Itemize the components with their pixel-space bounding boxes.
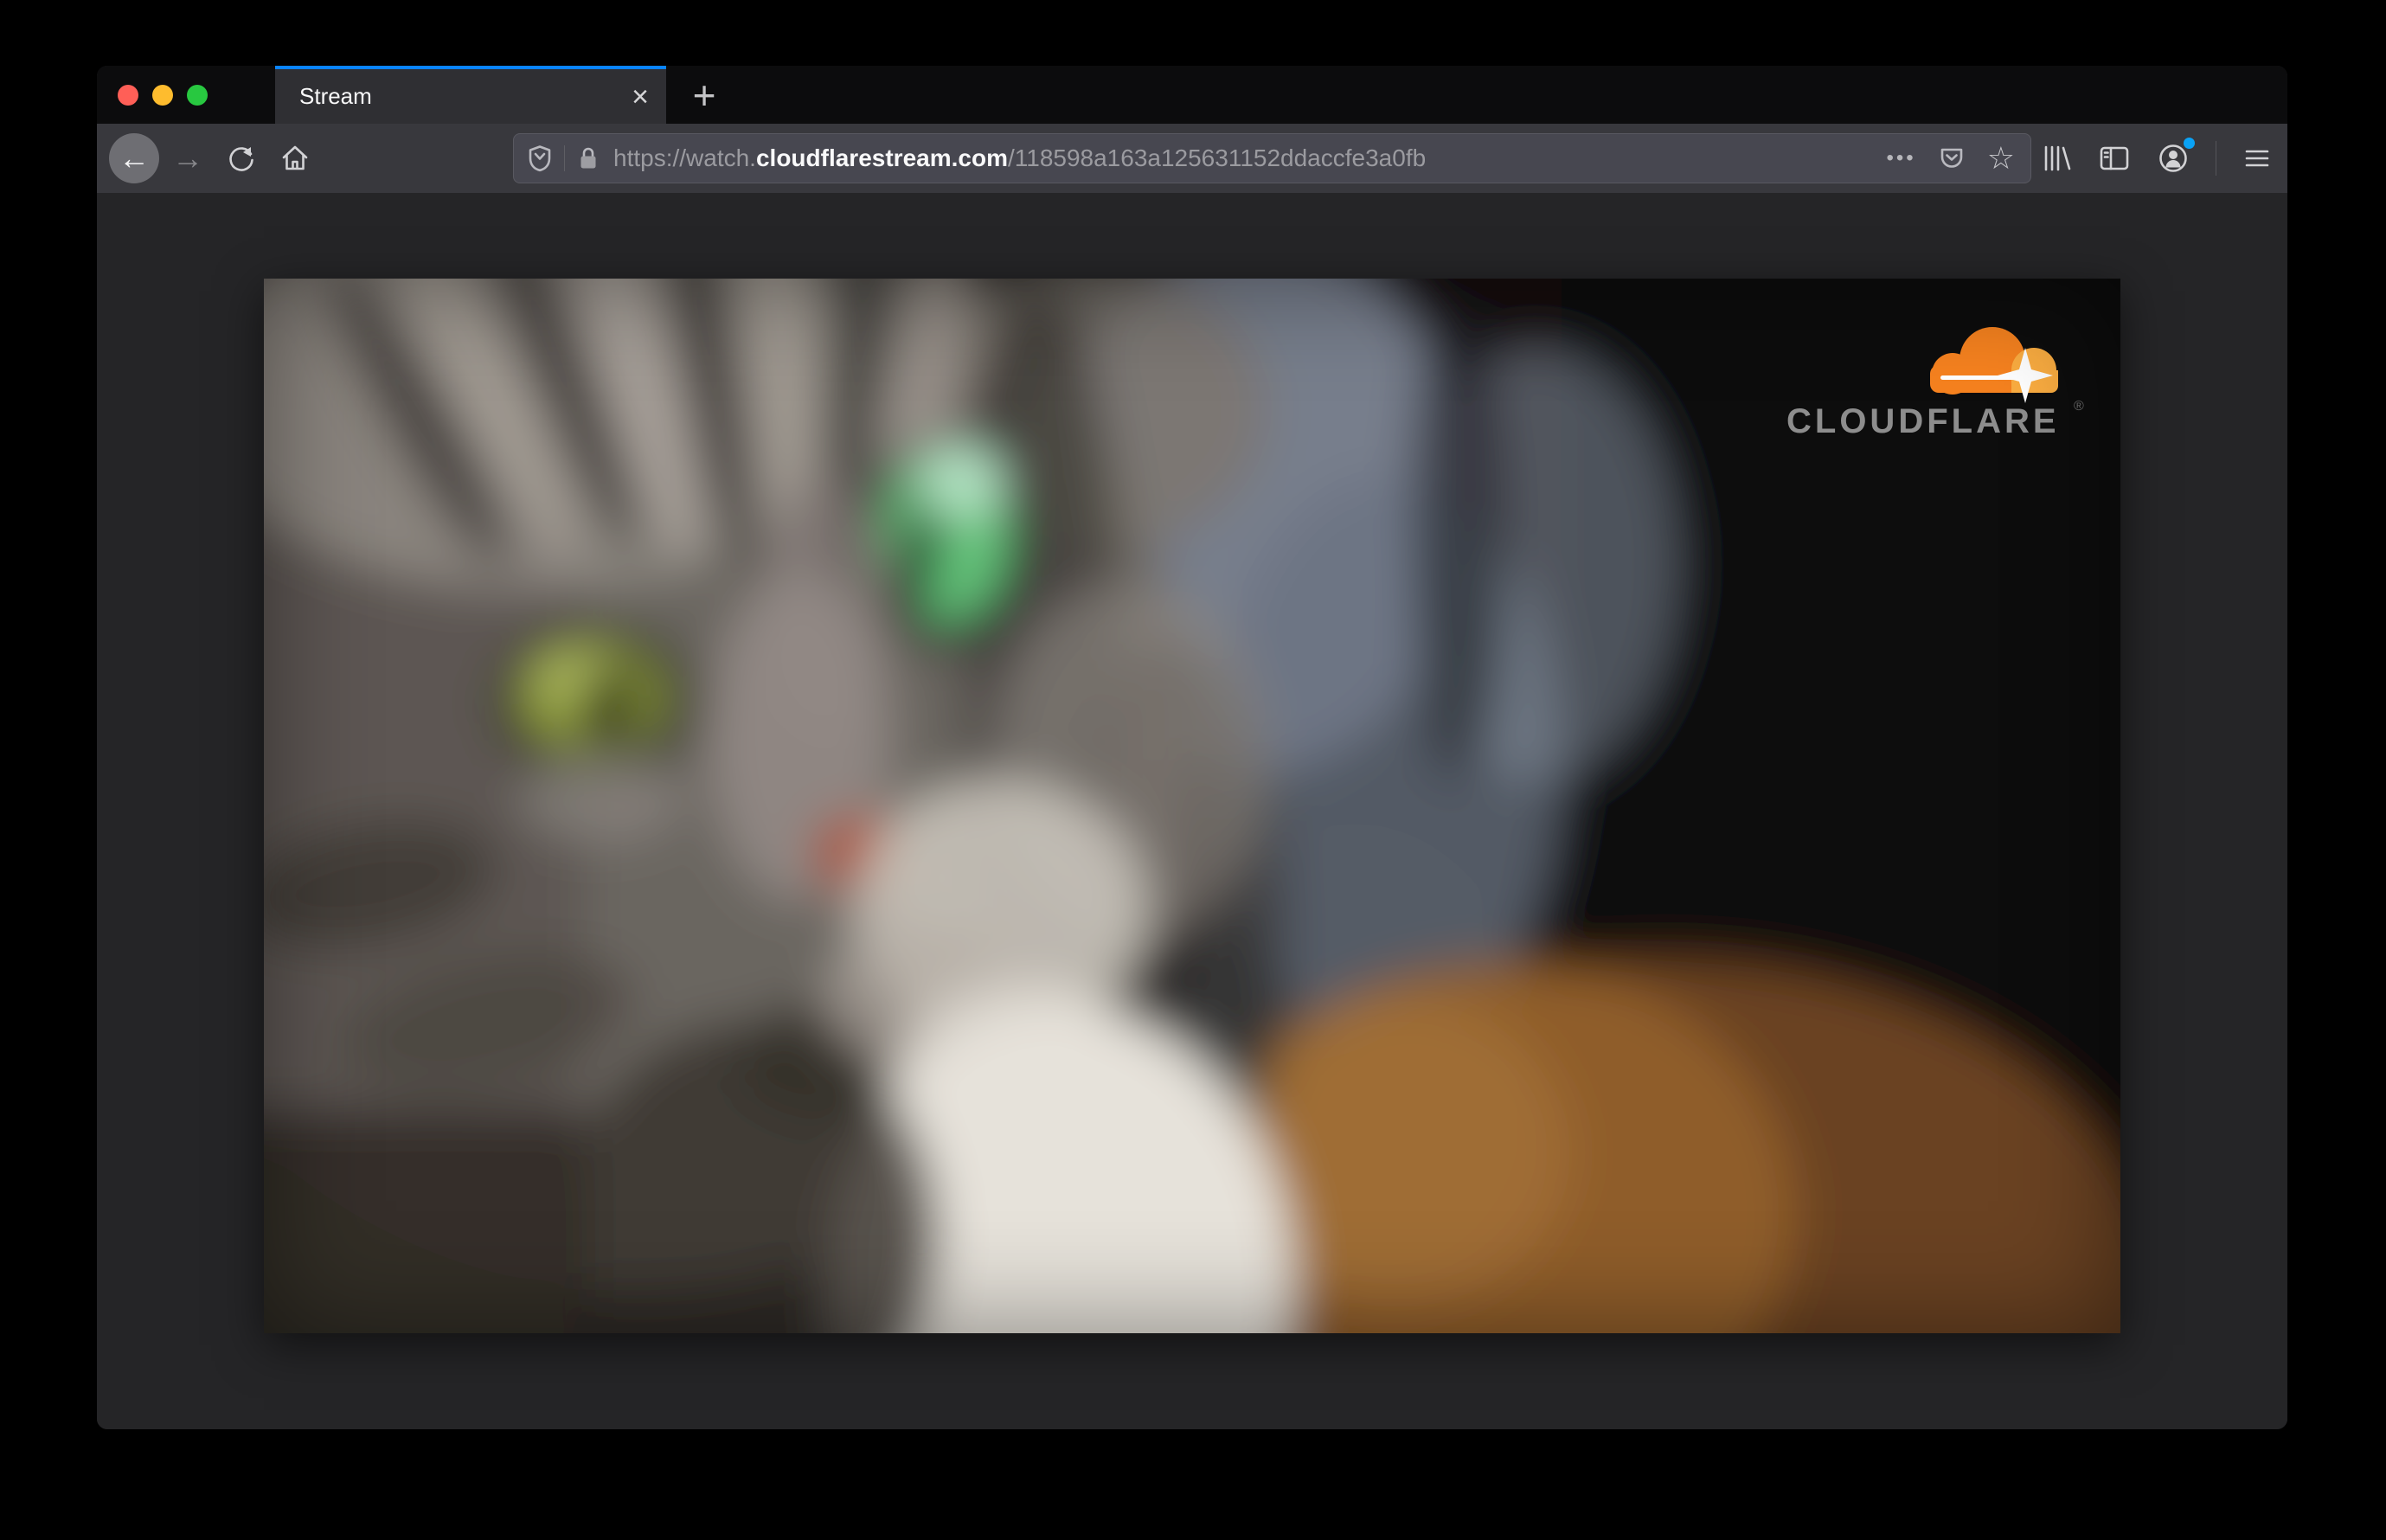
page-content: CLOUDFLARE ® — [97, 193, 2287, 1429]
address-bar[interactable]: https://watch.cloudflarestream.com/11859… — [513, 133, 2031, 183]
menu-icon[interactable] — [2242, 144, 2272, 173]
cloudflare-wordmark: CLOUDFLARE — [1786, 402, 2060, 440]
url-text: https://watch.cloudflarestream.com/11859… — [613, 144, 1887, 172]
tab-stream[interactable]: Stream × — [275, 66, 666, 124]
close-window-button[interactable] — [118, 84, 138, 106]
sidebar-icon[interactable] — [2098, 143, 2131, 174]
urlbar-divider — [564, 145, 565, 171]
video-player[interactable]: CLOUDFLARE ® — [264, 279, 2120, 1333]
url-scheme: https://watch. — [613, 144, 756, 171]
lock-icon[interactable] — [577, 144, 600, 172]
library-icon[interactable] — [2041, 143, 2072, 174]
tab-strip: Stream × + — [97, 66, 2287, 124]
account-notification-dot — [2184, 138, 2195, 149]
toolbar: ← → https://watch.cloudflarestream.com/1… — [97, 124, 2287, 193]
home-icon — [282, 145, 308, 170]
cloudflare-trademark: ® — [2074, 399, 2084, 414]
reload-button[interactable] — [215, 132, 268, 185]
reload-icon — [229, 147, 253, 171]
browser-window: Stream × + ← → https://watch.cloudflares… — [97, 66, 2287, 1429]
window-controls — [118, 66, 208, 124]
tab-title: Stream — [299, 83, 372, 109]
nav-buttons: ← → — [107, 124, 322, 193]
forward-button[interactable]: → — [161, 132, 215, 185]
minimize-window-button[interactable] — [152, 84, 173, 106]
forward-icon: → — [172, 140, 203, 176]
pocket-icon[interactable] — [1939, 144, 1965, 172]
account-button[interactable] — [2157, 138, 2195, 175]
back-icon: ← — [109, 133, 159, 183]
url-path: /118598a163a125631152ddaccfe3a0fb — [1007, 144, 1427, 171]
tracking-protection-shield-icon[interactable] — [528, 144, 552, 172]
bookmark-star-icon[interactable]: ☆ — [1987, 143, 2015, 174]
back-button[interactable]: ← — [107, 132, 161, 185]
url-domain: cloudflarestream.com — [755, 144, 1008, 171]
video-frame-cat: CLOUDFLARE ® — [264, 279, 2120, 1333]
home-button[interactable] — [268, 132, 322, 185]
page-actions-icon[interactable]: ••• — [1887, 146, 1916, 170]
zoom-window-button[interactable] — [187, 84, 208, 106]
new-tab-button[interactable]: + — [678, 66, 730, 124]
tab-close-icon[interactable]: × — [632, 82, 649, 112]
toolbar-right — [2041, 124, 2272, 193]
